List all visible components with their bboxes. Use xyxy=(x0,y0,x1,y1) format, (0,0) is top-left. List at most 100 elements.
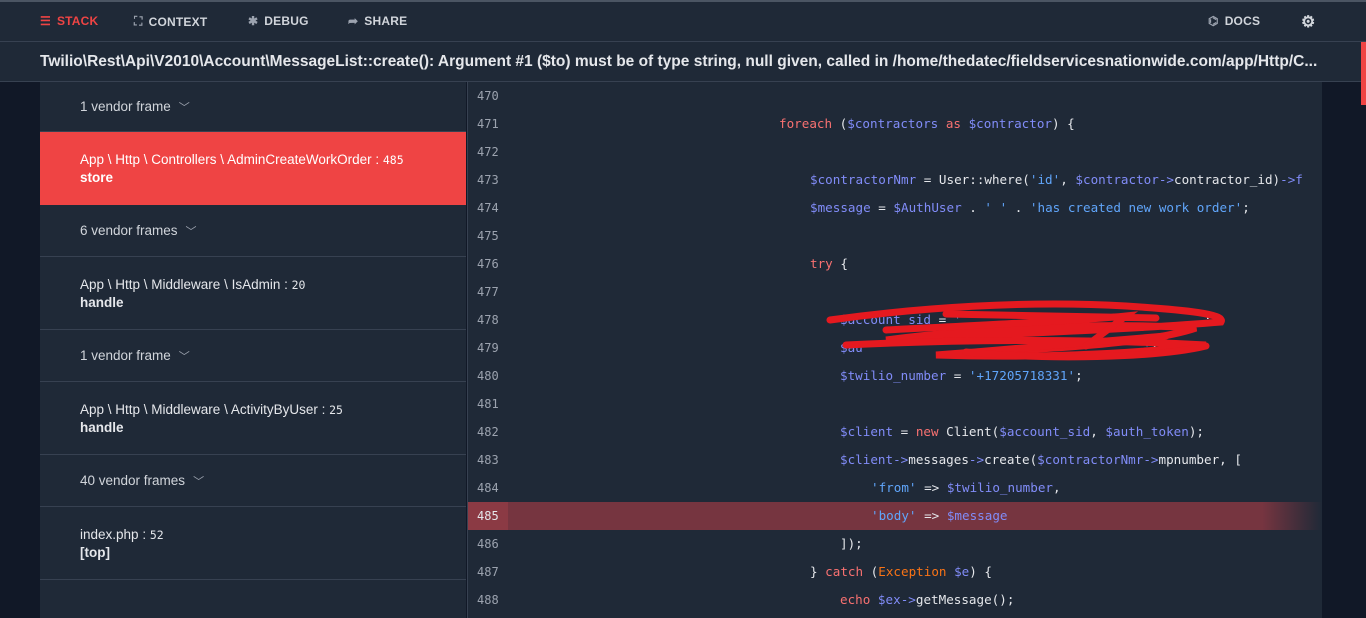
vendor-frames-toggle[interactable]: 6 vendor frames ﹀ xyxy=(40,205,466,257)
vendor-frames-toggle[interactable]: 1 vendor frame ﹀ xyxy=(40,330,466,382)
code-token: = xyxy=(931,312,954,327)
code-token: = xyxy=(893,424,916,439)
chevron-down-icon: ﹀ xyxy=(185,225,197,238)
stack-frames-list: 1 vendor frame ﹀ App \ Http \ Controllers … xyxy=(40,82,466,618)
code-token: $au xyxy=(840,340,863,355)
code-token: create( xyxy=(984,452,1038,467)
code-token: = xyxy=(946,368,969,383)
code-token: -> xyxy=(968,452,985,467)
code-token: new xyxy=(915,424,939,439)
code-token: $message xyxy=(946,508,1008,523)
code-token: => xyxy=(916,508,947,523)
code-token: $account_sid xyxy=(999,424,1091,439)
code-text: } catch (Exception $e) { xyxy=(810,558,992,586)
line-number: 473 xyxy=(477,173,499,187)
code-token: -> xyxy=(900,592,916,607)
code-line: 472 xyxy=(468,138,1322,166)
code-token: contractor_id) xyxy=(1173,172,1281,187)
code-token: ) { xyxy=(1052,116,1075,131)
line-number: 474 xyxy=(477,201,499,215)
code-line: 482 $client = new Client($account_sid, $a… xyxy=(468,418,1322,446)
tab-share[interactable]: ➦ SHARE xyxy=(348,14,407,28)
code-token: ' ' xyxy=(984,200,1008,215)
stack-frame[interactable]: App \ Http \ Middleware \ IsAdmin : 20 ha… xyxy=(40,257,466,330)
frame-method: [top] xyxy=(80,545,110,560)
code-token: , xyxy=(1053,480,1061,495)
line-number: 475 xyxy=(477,229,499,243)
stack-frame[interactable]: index.php : 52 [top] xyxy=(40,507,466,580)
line-number: 481 xyxy=(477,397,499,411)
code-token: ; xyxy=(1203,312,1212,327)
vendor-frames-toggle[interactable]: 1 vendor frame ﹀ xyxy=(40,82,466,132)
code-token: $contractor xyxy=(1075,172,1159,187)
code-viewer: 470 471 foreach ($contractors as $contract… xyxy=(467,82,1322,618)
frame-line: 485 xyxy=(382,153,404,167)
code-token: 'has created new work order' xyxy=(1029,200,1243,215)
code-line: 477 xyxy=(468,278,1322,306)
bug-icon: ✱ xyxy=(248,14,259,28)
scrollbar[interactable] xyxy=(1361,42,1366,105)
code-line: 487 } catch (Exception $e) { xyxy=(468,558,1322,586)
code-line: 479 $au '; xyxy=(468,334,1322,362)
code-text: $contractorNmr = User::where('id', $cont… xyxy=(810,166,1303,194)
tab-stack[interactable]: ☰ STACK xyxy=(40,14,98,28)
code-line: 486]); xyxy=(468,530,1322,558)
frame-method: store xyxy=(80,170,114,185)
code-line: 474 $message = $AuthUser . ' ' . 'has cre… xyxy=(468,194,1322,222)
code-token: mpnumber, [ xyxy=(1158,452,1242,467)
error-message: Twilio\Rest\Api\V2010\Account\MessageLis… xyxy=(0,42,1366,82)
frame-method: handle xyxy=(80,295,124,310)
code-line: 478 $account_sid = ' ; xyxy=(468,306,1322,334)
code-text: $message = $AuthUser . ' ' . 'has create… xyxy=(810,194,1250,222)
tab-context[interactable]: ⛶ CONTEXT xyxy=(134,14,207,29)
line-number: 483 xyxy=(477,453,499,467)
code-token: ; xyxy=(1075,368,1083,383)
code-text: $au '; xyxy=(840,334,1158,362)
code-line: 471 foreach ($contractors as $contractor)… xyxy=(468,110,1322,138)
code-token: messages xyxy=(908,452,969,467)
code-token: foreach xyxy=(779,116,833,131)
frame-line: 25 xyxy=(329,403,343,417)
line-number: 480 xyxy=(477,369,499,383)
laravel-logo-icon: ⌬ xyxy=(1208,14,1219,28)
code-token: } xyxy=(810,564,826,579)
line-number: 488 xyxy=(477,593,499,607)
code-line: 483 $client->messages->create($contractor… xyxy=(468,446,1322,474)
code-token: Exception xyxy=(878,564,947,579)
code-text: ]); xyxy=(840,530,863,558)
stack-frame[interactable]: App \ Http \ Controllers \ AdminCreateWo… xyxy=(40,132,466,205)
frame-class: App \ Http \ Controllers \ AdminCreateWo… xyxy=(80,152,372,167)
code-token: ' xyxy=(953,312,1204,327)
code-token: $contractorNmr xyxy=(1037,452,1144,467)
code-token: try xyxy=(810,256,833,271)
code-text: $twilio_number = '+17205718331'; xyxy=(840,362,1083,390)
code-token: ( xyxy=(863,564,879,579)
docs-link[interactable]: ⌬ DOCS xyxy=(1208,14,1260,28)
code-token: -> xyxy=(1143,452,1159,467)
tab-debug[interactable]: ✱ DEBUG xyxy=(248,14,309,28)
frame-class: index.php xyxy=(80,527,139,542)
line-number: 487 xyxy=(477,565,499,579)
vendor-frames-toggle[interactable]: 40 vendor frames ﹀ xyxy=(40,455,466,507)
settings-gear-icon[interactable]: ⚙ xyxy=(1301,12,1316,32)
top-navigation: ☰ STACK ⛶ CONTEXT ✱ DEBUG ➦ SHARE ⌬ DOCS ⚙ xyxy=(0,0,1366,42)
share-icon: ➦ xyxy=(348,14,359,28)
code-token: , xyxy=(1090,424,1106,439)
chevron-down-icon: ﹀ xyxy=(178,101,190,114)
code-token: $e xyxy=(946,564,970,579)
code-token: , xyxy=(1060,172,1076,187)
code-line: 488 echo $ex->getMessage(); xyxy=(468,586,1322,614)
code-token: $contractorNmr xyxy=(810,172,917,187)
stack-frame[interactable]: App \ Http \ Middleware \ ActivityByUser… xyxy=(40,382,466,455)
code-text: 'from' => $twilio_number, xyxy=(871,474,1061,502)
line-number: 482 xyxy=(477,425,499,439)
code-token: $twilio_number xyxy=(946,480,1053,495)
code-text: echo $ex->getMessage(); xyxy=(840,586,1014,614)
code-token: -> xyxy=(1158,172,1174,187)
code-line: 484 'from' => $twilio_number, xyxy=(468,474,1322,502)
code-token: 'from' xyxy=(871,480,917,495)
code-token: ; xyxy=(1242,200,1250,215)
vendor-frames-label: 6 vendor frames xyxy=(80,223,178,238)
code-token: => xyxy=(916,480,947,495)
code-text: $client->messages->create($contractorNmr… xyxy=(840,446,1242,474)
